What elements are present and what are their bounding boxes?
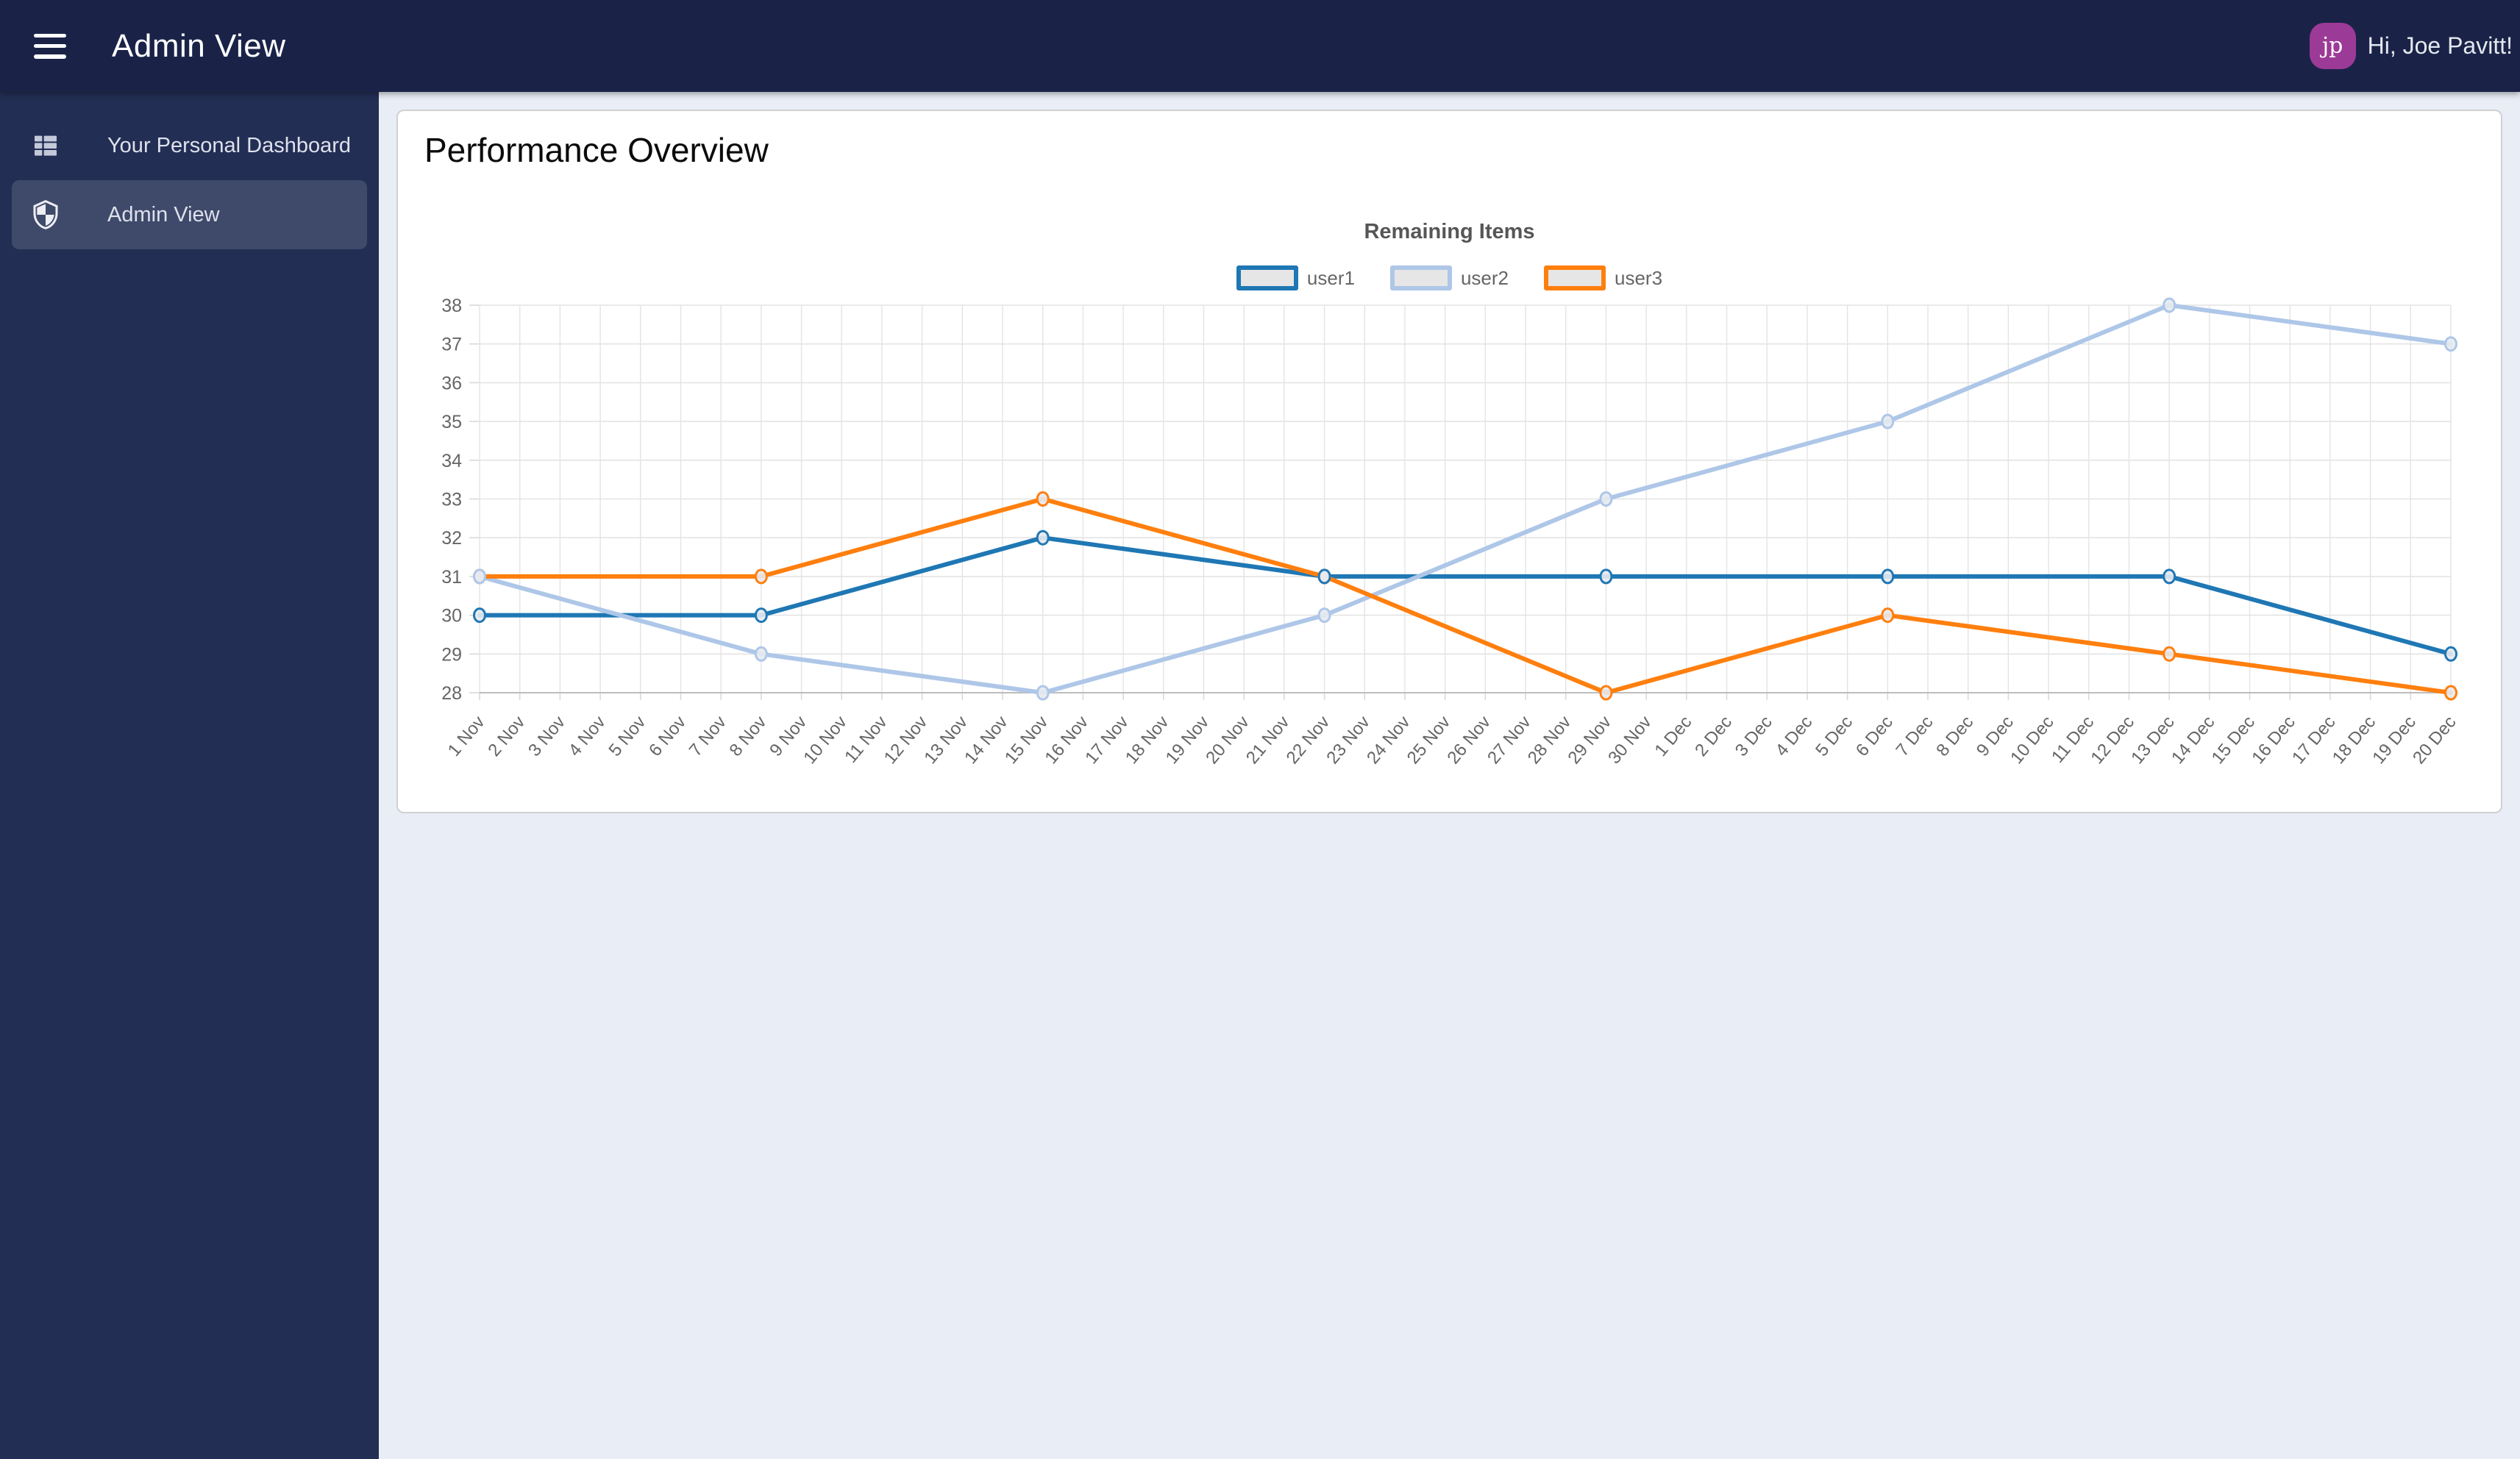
main-content: Performance Overview Remaining Items use… <box>379 92 2520 1459</box>
svg-text:16 Dec: 16 Dec <box>2248 713 2299 768</box>
legend-item-user2[interactable]: user2 <box>1389 265 1509 290</box>
svg-text:29: 29 <box>441 644 462 665</box>
svg-text:9 Dec: 9 Dec <box>1973 713 2018 760</box>
shield-icon <box>31 199 60 231</box>
svg-text:1 Dec: 1 Dec <box>1651 713 1695 760</box>
svg-text:30: 30 <box>441 606 462 627</box>
sidebar-item-label: Admin View <box>107 202 220 226</box>
svg-text:6 Nov: 6 Nov <box>645 713 690 760</box>
avatar[interactable]: jp <box>2309 23 2356 69</box>
svg-text:10 Dec: 10 Dec <box>2007 713 2058 768</box>
svg-text:21 Nov: 21 Nov <box>1242 713 1294 768</box>
svg-text:8 Nov: 8 Nov <box>725 713 770 760</box>
svg-text:34: 34 <box>441 451 462 471</box>
svg-text:33: 33 <box>441 490 462 510</box>
legend-swatch <box>1544 265 1606 290</box>
svg-text:17 Dec: 17 Dec <box>2288 713 2340 768</box>
svg-text:1 Nov: 1 Nov <box>444 713 489 760</box>
page-title: Admin View <box>112 27 286 64</box>
user-greeting: Hi, Joe Pavitt! <box>2367 32 2513 59</box>
legend-label: user2 <box>1460 266 1509 289</box>
svg-text:5 Dec: 5 Dec <box>1812 713 1857 760</box>
svg-text:35: 35 <box>441 412 462 432</box>
avatar-initials: jp <box>2321 33 2343 59</box>
svg-text:18 Dec: 18 Dec <box>2329 713 2380 768</box>
svg-text:3 Dec: 3 Dec <box>1731 713 1776 760</box>
line-chart: 28 29 30 31 32 33 34 35 36 37 38 1 Nov2 Nov3 Nov4 N… <box>441 296 2460 768</box>
sidebar-item-admin-view[interactable]: Admin View <box>12 180 367 249</box>
sidebar-item-label: Your Personal Dashboard <box>107 133 352 157</box>
card-title: Performance Overview <box>424 131 769 169</box>
svg-text:22 Nov: 22 Nov <box>1283 713 1334 768</box>
legend-item-user3[interactable]: user3 <box>1544 265 1662 290</box>
svg-text:2 Nov: 2 Nov <box>484 713 529 760</box>
svg-text:4 Dec: 4 Dec <box>1772 713 1817 760</box>
legend-label: user1 <box>1306 266 1355 289</box>
svg-text:14 Nov: 14 Nov <box>961 713 1012 768</box>
chart-title: Remaining Items <box>1364 220 1535 243</box>
svg-text:32: 32 <box>441 528 462 549</box>
svg-text:6 Dec: 6 Dec <box>1852 713 1897 760</box>
svg-text:15 Nov: 15 Nov <box>1001 713 1053 768</box>
svg-text:18 Nov: 18 Nov <box>1122 713 1173 768</box>
svg-text:29 Nov: 29 Nov <box>1564 713 1615 768</box>
svg-text:2 Dec: 2 Dec <box>1691 713 1736 760</box>
svg-text:24 Nov: 24 Nov <box>1363 713 1414 768</box>
svg-text:10 Nov: 10 Nov <box>800 713 851 768</box>
legend-swatch <box>1236 265 1298 290</box>
svg-text:3 Nov: 3 Nov <box>524 713 569 760</box>
svg-text:28 Nov: 28 Nov <box>1524 713 1576 768</box>
svg-text:25 Nov: 25 Nov <box>1403 713 1455 768</box>
svg-text:19 Dec: 19 Dec <box>2368 713 2420 768</box>
svg-text:31: 31 <box>441 567 462 588</box>
legend-label: user3 <box>1615 266 1663 289</box>
svg-text:13 Dec: 13 Dec <box>2127 713 2179 768</box>
svg-text:28: 28 <box>441 683 462 704</box>
dashboard-grid-icon <box>31 129 60 162</box>
menu-icon[interactable] <box>34 33 66 59</box>
svg-text:8 Dec: 8 Dec <box>1932 713 1977 760</box>
svg-text:36: 36 <box>441 373 462 393</box>
svg-text:23 Nov: 23 Nov <box>1323 713 1374 768</box>
svg-text:9 Nov: 9 Nov <box>766 713 811 760</box>
svg-text:38: 38 <box>441 296 462 316</box>
svg-text:20 Dec: 20 Dec <box>2409 713 2460 768</box>
svg-text:20 Nov: 20 Nov <box>1202 713 1253 768</box>
svg-text:26 Nov: 26 Nov <box>1443 713 1495 768</box>
svg-text:11 Nov: 11 Nov <box>841 713 891 767</box>
svg-text:16 Nov: 16 Nov <box>1041 713 1092 768</box>
svg-text:12 Nov: 12 Nov <box>880 713 932 768</box>
topbar: Admin View jp Hi, Joe Pavitt! <box>0 0 2520 92</box>
svg-text:27 Nov: 27 Nov <box>1484 713 1535 768</box>
svg-text:30 Nov: 30 Nov <box>1604 713 1656 768</box>
sidebar: Your Personal Dashboard Admin View <box>0 92 379 1459</box>
performance-card: Performance Overview Remaining Items use… <box>396 110 2502 813</box>
legend-item-user1[interactable]: user1 <box>1236 265 1355 290</box>
svg-text:17 Nov: 17 Nov <box>1081 713 1133 768</box>
svg-text:14 Dec: 14 Dec <box>2168 713 2219 768</box>
svg-text:4 Nov: 4 Nov <box>565 713 610 760</box>
legend-swatch <box>1389 265 1452 290</box>
chart-legend: user1 user2 user3 <box>398 265 2501 290</box>
svg-text:11 Dec: 11 Dec <box>2048 713 2098 767</box>
svg-text:7 Dec: 7 Dec <box>1893 713 1937 760</box>
svg-text:13 Nov: 13 Nov <box>920 713 972 768</box>
svg-text:12 Dec: 12 Dec <box>2087 713 2138 768</box>
svg-text:7 Nov: 7 Nov <box>686 713 730 760</box>
svg-text:19 Nov: 19 Nov <box>1162 713 1214 768</box>
svg-text:15 Dec: 15 Dec <box>2208 713 2260 768</box>
svg-text:37: 37 <box>441 335 462 355</box>
svg-text:5 Nov: 5 Nov <box>605 713 649 760</box>
sidebar-item-personal-dashboard[interactable]: Your Personal Dashboard <box>12 111 367 180</box>
